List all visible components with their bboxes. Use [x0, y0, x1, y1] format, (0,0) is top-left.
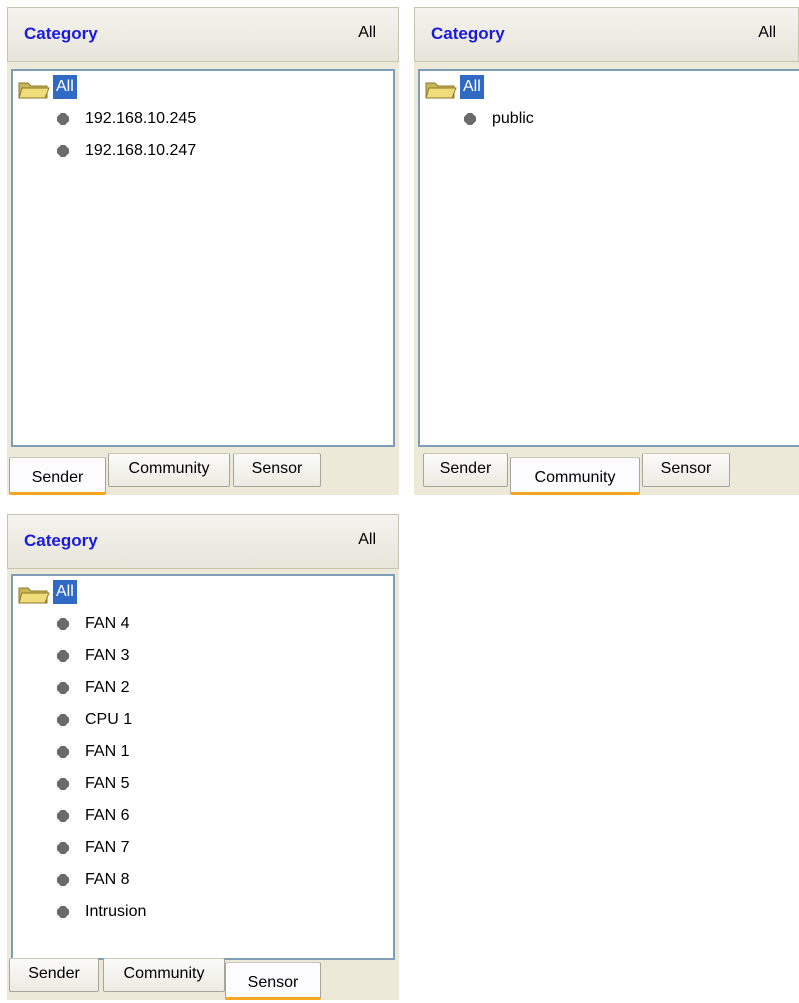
category-header: Category All: [7, 7, 399, 62]
category-title: Category: [24, 24, 98, 43]
gray-bullet-icon: [57, 746, 69, 758]
tree-item-label: FAN 8: [85, 871, 130, 888]
gray-bullet-icon: [57, 778, 69, 790]
tree-item-label: FAN 7: [85, 839, 130, 856]
tree-root-label[interactable]: All: [53, 75, 77, 99]
tree-item-label: public: [492, 110, 534, 127]
tab-community[interactable]: Community: [103, 958, 225, 992]
category-filter-all[interactable]: All: [358, 24, 376, 42]
tab-sender[interactable]: Sender: [423, 453, 508, 487]
tree-root-label[interactable]: All: [53, 580, 77, 604]
gray-bullet-icon: [57, 618, 69, 630]
tree-item-label: FAN 4: [85, 615, 130, 632]
tab-bar: Sender Community Sensor: [7, 447, 399, 495]
tab-sensor[interactable]: Sensor: [642, 453, 730, 487]
tree-item-label: Intrusion: [85, 903, 147, 920]
tree-item-label: FAN 2: [85, 679, 130, 696]
gray-bullet-icon: [464, 113, 476, 125]
tree-root-label[interactable]: All: [460, 75, 484, 99]
gray-bullet-icon: [57, 714, 69, 726]
category-filter-all[interactable]: All: [758, 24, 776, 42]
tab-community[interactable]: Community: [108, 453, 230, 487]
tree-item-label: FAN 1: [85, 743, 130, 760]
gray-bullet-icon: [57, 145, 69, 157]
gray-bullet-icon: [57, 682, 69, 694]
folder-open-icon: [425, 82, 457, 99]
tree-item-label: FAN 3: [85, 647, 130, 664]
category-title: Category: [431, 24, 505, 43]
tree-item-label: 192.168.10.247: [85, 142, 197, 159]
category-header: Category All: [414, 7, 799, 62]
tab-bar: Sender Community Sensor: [414, 447, 799, 495]
gray-bullet-icon: [57, 906, 69, 918]
category-title: Category: [24, 531, 98, 550]
folder-open-icon: [18, 82, 50, 99]
tab-bar: Sender Community Sensor: [7, 952, 399, 1000]
gray-bullet-icon: [57, 842, 69, 854]
tree-item-label: CPU 1: [85, 711, 133, 728]
category-filter-all[interactable]: All: [358, 531, 376, 549]
tab-sender[interactable]: Sender: [9, 457, 106, 495]
tab-sender[interactable]: Sender: [9, 958, 99, 992]
tree-item-label: FAN 5: [85, 775, 130, 792]
tree-item-label: 192.168.10.245: [85, 110, 197, 127]
gray-bullet-icon: [57, 874, 69, 886]
gray-bullet-icon: [57, 810, 69, 822]
category-panel-community: Category All All public Sender Community…: [414, 7, 799, 495]
tab-sensor[interactable]: Sensor: [225, 962, 321, 1000]
tree-item-label: FAN 6: [85, 807, 130, 824]
gray-bullet-icon: [57, 650, 69, 662]
tab-community[interactable]: Community: [510, 457, 640, 495]
category-tree: All FAN 4 FAN 3 FAN 2 CPU 1 FAN 1 FAN 5: [11, 574, 395, 960]
tab-sensor[interactable]: Sensor: [233, 453, 321, 487]
category-tree: All public: [418, 69, 799, 447]
category-header: Category All: [7, 514, 399, 569]
category-panel-sender: Category All All 192.168.10.245 192.168.…: [7, 7, 399, 495]
category-tree: All 192.168.10.245 192.168.10.247: [11, 69, 395, 447]
category-panel-sensor: Category All All FAN 4 FAN 3 FAN 2 CPU 1: [7, 514, 399, 1000]
gray-bullet-icon: [57, 113, 69, 125]
folder-open-icon: [18, 587, 50, 604]
